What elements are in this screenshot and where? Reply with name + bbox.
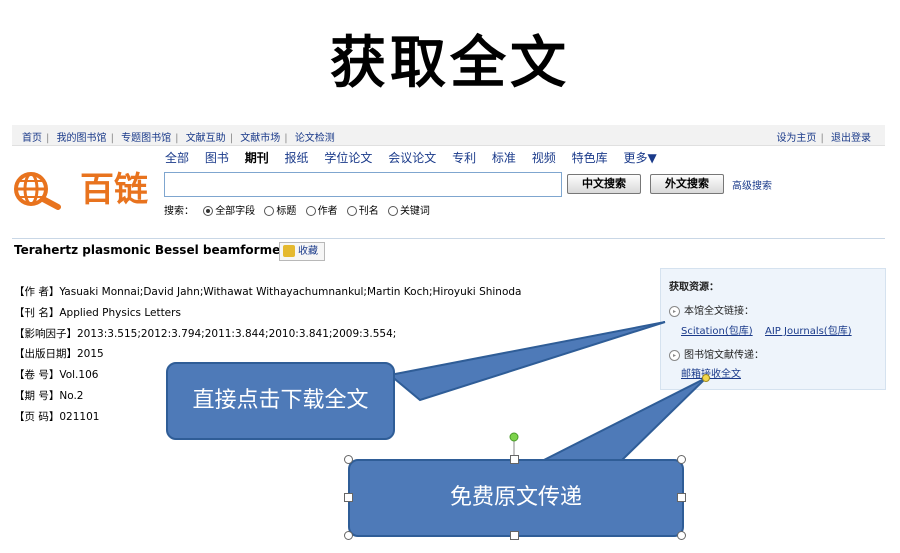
selection-handle[interactable] — [344, 493, 353, 502]
scope-label-author: 作者 — [317, 206, 338, 217]
scope-radio-all[interactable] — [203, 206, 214, 216]
circle-arrow-icon: ▸ — [669, 305, 680, 317]
scope-label-keyword: 关键词 — [399, 206, 430, 217]
selection-handle[interactable] — [677, 493, 686, 502]
tab-special-collections[interactable]: 特色库 — [572, 151, 608, 165]
selection-handle[interactable] — [344, 455, 353, 464]
meta-row-impact-factor: 【影响因子】2013:3.515;2012:3.794;2011:3.844;2… — [14, 324, 521, 345]
tab-conference-papers[interactable]: 会议论文 — [388, 151, 436, 165]
advanced-search-link[interactable]: 高级搜索 — [732, 177, 772, 192]
meta-label: 【作 者】 — [14, 286, 60, 298]
aip-journals-link[interactable]: AIP Journals(包库) — [765, 326, 852, 337]
library-page-screenshot: 首页 | 我的图书馆 | 专题图书馆 | 文献互助 | 文献市场 | 论文检测 设为主页 |… — [12, 125, 886, 425]
meta-value: 021101 — [59, 410, 100, 423]
meta-label: 【期 号】 — [14, 389, 60, 402]
resource-panel: 获取资源： ▸ 本馆全文链接： Scitation(包库) AIP Journal… — [660, 268, 886, 390]
foreign-search-button[interactable]: 外文搜索 — [650, 174, 724, 194]
meta-label: 【页 码】 — [14, 410, 60, 423]
meta-value: 2013:3.515;2012:3.794;2011:3.844;2010:3.… — [77, 327, 397, 340]
tab-theses[interactable]: 学位论文 — [324, 151, 372, 165]
direct-download-callout: 直接点击下载全文 — [166, 362, 395, 440]
scope-radio-title[interactable] — [264, 206, 275, 216]
favorite-icon — [283, 245, 295, 257]
top-nav-right: 设为主页 | 退出登录 — [776, 133, 871, 144]
logo-text: 百链 — [80, 170, 148, 210]
local-fulltext-row: ▸ 本馆全文链接： — [669, 302, 754, 317]
tab-all[interactable]: 全部 — [165, 151, 189, 165]
selection-handle[interactable] — [510, 531, 519, 540]
meta-value: 2015 — [77, 348, 104, 361]
meta-label: 【卷 号】 — [14, 369, 60, 382]
nav-paper-check-link[interactable]: 论文检测 — [295, 133, 335, 144]
scope-label-title: 标题 — [276, 206, 297, 217]
search-scope: 搜索： 全部字段 标题 作者 刊名 关键词 — [164, 202, 430, 217]
tab-newspapers[interactable]: 报纸 — [285, 151, 309, 165]
meta-value: Vol.106 — [59, 369, 99, 382]
meta-value: Applied Physics Letters — [59, 306, 181, 319]
article-title: Terahertz plasmonic Bessel beamformer — [14, 243, 287, 257]
set-homepage-link[interactable]: 设为主页 — [776, 133, 816, 144]
circle-arrow-icon: ▸ — [669, 349, 680, 361]
resource-heading: 获取资源： — [669, 282, 719, 293]
logo[interactable]: 百链 — [12, 170, 157, 210]
delivery-row: ▸ 图书馆文献传递： — [669, 346, 764, 361]
scope-label-all: 全部字段 — [215, 206, 256, 217]
tab-more[interactable]: 更多▼ — [623, 151, 656, 165]
selection-handle[interactable] — [677, 455, 686, 464]
meta-label: 【出版日期】 — [14, 348, 77, 361]
rotation-handle-icon — [509, 432, 519, 442]
nav-doc-market-link[interactable]: 文献市场 — [240, 133, 280, 144]
selection-handle[interactable] — [510, 455, 519, 464]
nav-doc-help-link[interactable]: 文献互助 — [186, 133, 226, 144]
favorite-button[interactable]: 收藏 — [279, 242, 325, 261]
chinese-search-button[interactable]: 中文搜索 — [567, 174, 641, 194]
tab-journals[interactable]: 期刊 — [245, 151, 269, 165]
tab-books[interactable]: 图书 — [205, 151, 229, 165]
meta-label: 【刊 名】 — [14, 306, 60, 319]
divider — [12, 238, 885, 239]
nav-home-link[interactable]: 首页 — [22, 133, 42, 144]
local-fulltext-label: 本馆全文链接： — [684, 306, 754, 317]
scope-radio-keyword[interactable] — [387, 206, 398, 216]
tab-standards[interactable]: 标准 — [492, 151, 516, 165]
nav-topic-library-link[interactable]: 专题图书馆 — [121, 133, 171, 144]
slide-title: 获取全文 — [330, 30, 570, 96]
top-nav-bar: 首页 | 我的图书馆 | 专题图书馆 | 文献互助 | 文献市场 | 论文检测 设为主页 |… — [12, 125, 885, 146]
search-input[interactable] — [164, 172, 562, 197]
scope-radio-journal[interactable] — [346, 206, 357, 216]
meta-value: No.2 — [59, 389, 84, 402]
selection-handle[interactable] — [344, 531, 353, 540]
scope-label-journal: 刊名 — [358, 206, 379, 217]
local-links: Scitation(包库) AIP Journals(包库) — [681, 322, 852, 337]
nav-my-library-link[interactable]: 我的图书馆 — [57, 133, 107, 144]
tab-patents[interactable]: 专利 — [452, 151, 476, 165]
scope-radio-author[interactable] — [305, 206, 316, 216]
meta-row-authors: 【作 者】Yasuaki Monnai;David Jahn;Withawat … — [14, 282, 521, 303]
logout-link[interactable]: 退出登录 — [831, 133, 871, 144]
globe-magnifier-icon — [14, 172, 61, 210]
selection-handle[interactable] — [677, 531, 686, 540]
scope-label: 搜索： — [164, 206, 194, 217]
email-fulltext-link[interactable]: 邮箱接收全文 — [681, 369, 741, 380]
meta-value: Yasuaki Monnai;David Jahn;Withawat Witha… — [59, 286, 522, 298]
free-delivery-callout: 免费原文传递 — [348, 459, 684, 537]
meta-row-journal: 【刊 名】Applied Physics Letters — [14, 303, 521, 324]
tab-videos[interactable]: 视频 — [532, 151, 556, 165]
meta-label: 【影响因子】 — [14, 327, 77, 340]
category-tabs: 全部 图书 期刊 报纸 学位论文 会议论文 专利 标准 视频 特色库 更多▼ — [165, 149, 669, 166]
delivery-link-row: 邮箱接收全文 — [681, 365, 741, 380]
delivery-label: 图书馆文献传递： — [684, 350, 764, 361]
scitation-link[interactable]: Scitation(包库) — [681, 326, 753, 337]
top-nav-links: 首页 | 我的图书馆 | 专题图书馆 | 文献互助 | 文献市场 | 论文检测 — [22, 133, 335, 144]
favorite-label: 收藏 — [298, 246, 318, 257]
